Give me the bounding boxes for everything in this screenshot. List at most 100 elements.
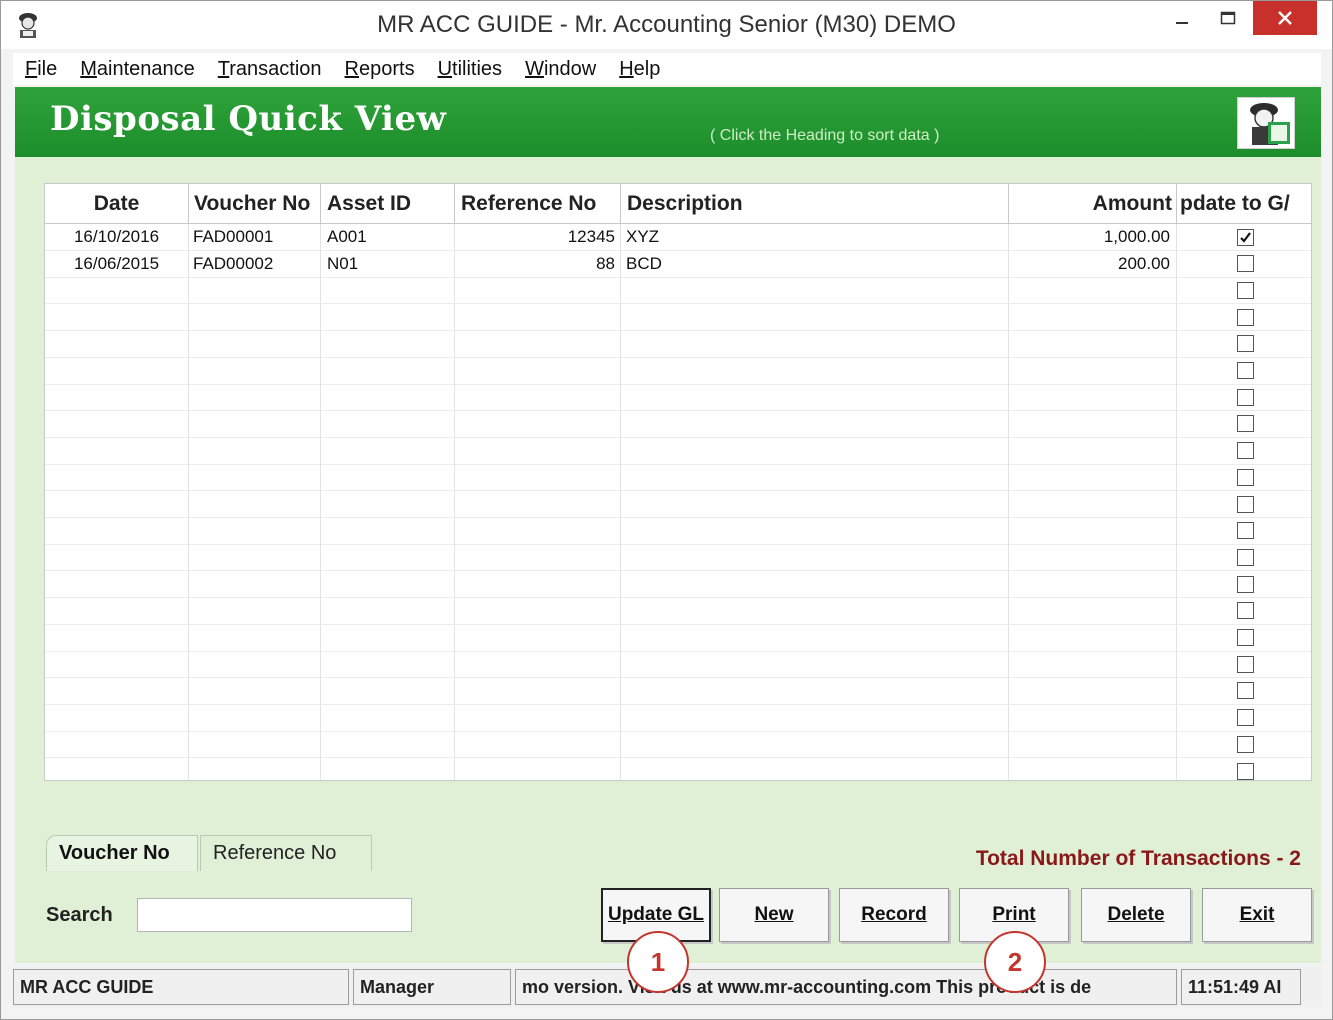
tab-voucher-no[interactable]: Voucher No [46, 835, 198, 871]
cell-update-gl [1177, 731, 1311, 757]
cell-asset-id [321, 544, 455, 571]
cell-update-gl [1177, 304, 1311, 330]
update-gl-checkbox[interactable] [1236, 709, 1254, 727]
table-row[interactable] [45, 624, 1311, 652]
table-row[interactable] [45, 651, 1311, 679]
cell-date [45, 304, 189, 331]
column-header-description[interactable]: Description [621, 184, 1009, 224]
update-gl-checkbox[interactable] [1236, 522, 1254, 540]
table-row[interactable] [45, 464, 1311, 492]
cell-update-gl [1177, 491, 1311, 517]
table-row[interactable] [45, 330, 1311, 358]
column-header-update-gl[interactable]: pdate to G/ [1177, 184, 1311, 224]
update-gl-checkbox[interactable] [1236, 629, 1254, 646]
table-row[interactable] [45, 571, 1311, 599]
table-row[interactable] [45, 517, 1311, 545]
cell-update-gl [1177, 251, 1311, 277]
table-row[interactable] [45, 704, 1311, 732]
close-button[interactable] [1253, 1, 1317, 35]
menu-transaction[interactable]: Transaction [218, 58, 322, 81]
cell-date [45, 357, 189, 384]
update-gl-checkbox[interactable] [1236, 281, 1254, 299]
update-gl-checkbox[interactable] [1236, 335, 1254, 353]
cell-asset-id [321, 304, 455, 331]
menu-reports[interactable]: Reports [345, 58, 415, 81]
status-user: Manager [353, 969, 511, 1005]
cell-update-gl [1177, 598, 1311, 624]
cell-amount [1009, 597, 1177, 624]
cell-asset-id [321, 410, 455, 437]
update-gl-checkbox[interactable] [1236, 495, 1254, 513]
search-input[interactable] [137, 898, 412, 932]
cell-reference-no [455, 384, 621, 411]
table-row[interactable] [45, 731, 1311, 759]
update-gl-checkbox[interactable] [1236, 575, 1254, 593]
update-gl-checkbox[interactable] [1236, 602, 1254, 620]
exit-button[interactable]: Exit [1202, 888, 1312, 942]
delete-button[interactable]: Delete [1081, 888, 1191, 942]
update-gl-checkbox[interactable] [1236, 308, 1254, 326]
disposal-grid[interactable]: Date Voucher No Asset ID Reference No De… [44, 183, 1312, 781]
cell-reference-no [455, 491, 621, 517]
minimize-button[interactable] [1159, 1, 1205, 35]
callout-1: 1 [627, 931, 689, 993]
table-row[interactable] [45, 357, 1311, 385]
update-gl-checkbox[interactable] [1236, 468, 1254, 486]
cell-voucher-no [189, 677, 321, 704]
cell-update-gl [1177, 224, 1311, 250]
menu-window[interactable]: Window [525, 58, 596, 81]
table-row[interactable] [45, 597, 1311, 625]
cell-update-gl [1177, 571, 1311, 597]
update-gl-checkbox[interactable] [1236, 762, 1254, 780]
column-header-asset-id[interactable]: Asset ID [321, 184, 455, 224]
cell-date [45, 544, 189, 571]
column-header-voucher-no[interactable]: Voucher No [189, 184, 321, 224]
update-gl-checkbox[interactable] [1236, 362, 1254, 379]
table-row[interactable] [45, 437, 1311, 465]
update-gl-checkbox[interactable] [1236, 682, 1254, 700]
cell-asset-id [321, 677, 455, 704]
record-button[interactable]: Record [839, 888, 949, 942]
update-gl-checkbox[interactable] [1236, 255, 1254, 273]
status-time: 11:51:49 AI [1181, 969, 1301, 1005]
table-row[interactable] [45, 758, 1311, 780]
table-row[interactable] [45, 384, 1311, 412]
cell-date: 16/06/2015 [45, 250, 189, 277]
cell-reference-no: 12345 [455, 224, 621, 250]
maximize-button[interactable] [1205, 1, 1251, 35]
table-row[interactable] [45, 410, 1311, 438]
update-gl-checkbox[interactable] [1236, 228, 1254, 246]
update-gl-checkbox[interactable] [1236, 388, 1254, 406]
cell-date [45, 437, 189, 464]
title-bar[interactable]: MR ACC GUIDE - Mr. Accounting Senior (M3… [1, 1, 1332, 49]
table-row[interactable] [45, 491, 1311, 518]
table-row[interactable] [45, 677, 1311, 705]
column-header-amount[interactable]: Amount [1009, 184, 1177, 224]
cell-description [621, 330, 1009, 357]
cell-date [45, 651, 189, 678]
column-header-date[interactable]: Date [45, 184, 189, 224]
table-row[interactable] [45, 544, 1311, 572]
cell-reference-no [455, 464, 621, 491]
cell-reference-no [455, 330, 621, 357]
tab-reference-no[interactable]: Reference No [200, 835, 372, 871]
update-gl-checkbox[interactable] [1236, 655, 1254, 673]
table-row[interactable] [45, 304, 1311, 332]
update-gl-checkbox[interactable] [1236, 735, 1254, 753]
table-row[interactable] [45, 277, 1311, 305]
table-row[interactable]: 16/06/2015 FAD00002 N01 88 BCD 200.00 [45, 250, 1311, 278]
table-row[interactable]: 16/10/2016 FAD00001 A001 12345 XYZ 1,000.00 [45, 224, 1311, 251]
menu-help[interactable]: Help [619, 58, 660, 81]
cell-reference-no [455, 304, 621, 331]
cell-voucher-no [189, 491, 321, 517]
menu-file[interactable]: File [25, 58, 57, 81]
update-gl-checkbox[interactable] [1236, 548, 1254, 566]
update-gl-checkbox[interactable] [1236, 415, 1254, 433]
update-gl-checkbox[interactable] [1236, 442, 1254, 460]
menu-maintenance[interactable]: Maintenance [80, 58, 195, 81]
new-button[interactable]: New [719, 888, 829, 942]
menu-utilities[interactable]: Utilities [438, 58, 502, 81]
search-label: Search [46, 904, 113, 926]
cell-asset-id: N01 [321, 250, 455, 277]
column-header-reference-no[interactable]: Reference No [455, 184, 621, 224]
